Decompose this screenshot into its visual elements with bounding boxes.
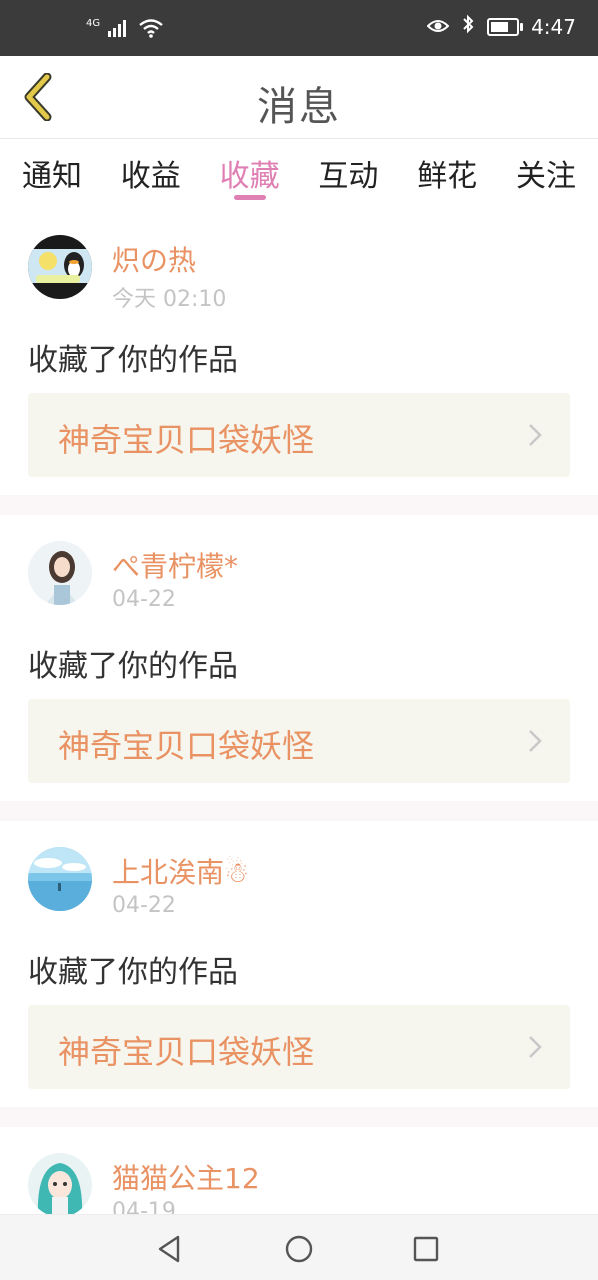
- message-list: 炽の热 今天 02:10 收藏了你的作品 神奇宝贝口袋妖怪 ぺ青柠檬* 04-2…: [0, 209, 598, 1247]
- tab-interactions[interactable]: 互动: [318, 139, 378, 209]
- work-title: 神奇宝贝口袋妖怪: [58, 421, 315, 459]
- avatar[interactable]: [28, 847, 92, 911]
- avatar[interactable]: [28, 1153, 92, 1217]
- work-title: 神奇宝贝口袋妖怪: [58, 727, 315, 765]
- tab-label: 关注: [515, 159, 576, 194]
- status-time: 4:47: [531, 14, 576, 39]
- home-circle-icon[interactable]: [281, 1231, 317, 1267]
- tab-label: 收藏: [219, 159, 280, 194]
- tab-earnings[interactable]: 收益: [121, 139, 181, 209]
- battery-icon: [487, 17, 524, 36]
- username[interactable]: 猫猫公主12: [112, 1157, 260, 1197]
- avatar[interactable]: [28, 541, 92, 605]
- divider: [0, 1107, 598, 1127]
- action-text: 收藏了你的作品: [28, 955, 238, 990]
- work-link[interactable]: 神奇宝贝口袋妖怪: [28, 393, 570, 477]
- tab-notifications[interactable]: 通知: [22, 139, 82, 209]
- system-nav-bar: [0, 1214, 598, 1280]
- signal-icon: [108, 19, 130, 41]
- work-link[interactable]: 神奇宝贝口袋妖怪: [28, 1005, 570, 1089]
- eye-icon: [426, 15, 450, 39]
- list-item: 炽の热 今天 02:10 收藏了你的作品 神奇宝贝口袋妖怪: [0, 209, 598, 495]
- status-left: 4G: [86, 18, 164, 42]
- wifi-icon: [138, 18, 164, 42]
- chevron-right-icon: [529, 424, 542, 446]
- divider: [0, 495, 598, 515]
- status-right: 4:47: [426, 14, 576, 39]
- username[interactable]: 炽の热: [112, 239, 196, 279]
- recents-square-icon[interactable]: [408, 1231, 444, 1267]
- tab-label: 通知: [22, 159, 82, 194]
- network-type: 4G: [86, 18, 101, 29]
- bluetooth-icon: [461, 14, 475, 39]
- page-title: 消息: [257, 84, 341, 130]
- timestamp: 04-22: [112, 587, 176, 612]
- tab-label: 收益: [120, 159, 181, 194]
- timestamp: 04-22: [112, 893, 176, 918]
- username[interactable]: 上北涘南☃: [112, 851, 249, 891]
- tab-favorites[interactable]: 收藏: [220, 139, 280, 209]
- action-text: 收藏了你的作品: [28, 343, 238, 378]
- status-bar: 4G 4:47: [0, 0, 598, 56]
- tab-flowers[interactable]: 鲜花: [417, 139, 477, 209]
- work-title: 神奇宝贝口袋妖怪: [58, 1033, 315, 1071]
- tab-label: 鲜花: [417, 159, 478, 194]
- timestamp: 今天 02:10: [112, 287, 227, 312]
- back-triangle-icon[interactable]: [152, 1231, 188, 1267]
- tab-label: 互动: [318, 159, 379, 194]
- chevron-right-icon: [529, 1036, 542, 1058]
- tab-active-indicator: [233, 195, 266, 200]
- avatar[interactable]: [28, 235, 92, 299]
- title-bar: 消息: [0, 56, 598, 139]
- list-item: ぺ青柠檬* 04-22 收藏了你的作品 神奇宝贝口袋妖怪: [0, 515, 598, 801]
- divider: [0, 801, 598, 821]
- username[interactable]: ぺ青柠檬*: [112, 545, 238, 585]
- work-link[interactable]: 神奇宝贝口袋妖怪: [28, 699, 570, 783]
- action-text: 收藏了你的作品: [28, 649, 238, 684]
- screen: 4G 4:47 消息 通知 收益 收藏 互动 鲜花 关注 炽の热 今天 02:1…: [0, 0, 598, 1280]
- tab-following[interactable]: 关注: [516, 139, 576, 209]
- chevron-right-icon: [529, 730, 542, 752]
- tab-bar: 通知 收益 收藏 互动 鲜花 关注: [0, 139, 598, 209]
- list-item: 上北涘南☃ 04-22 收藏了你的作品 神奇宝贝口袋妖怪: [0, 821, 598, 1107]
